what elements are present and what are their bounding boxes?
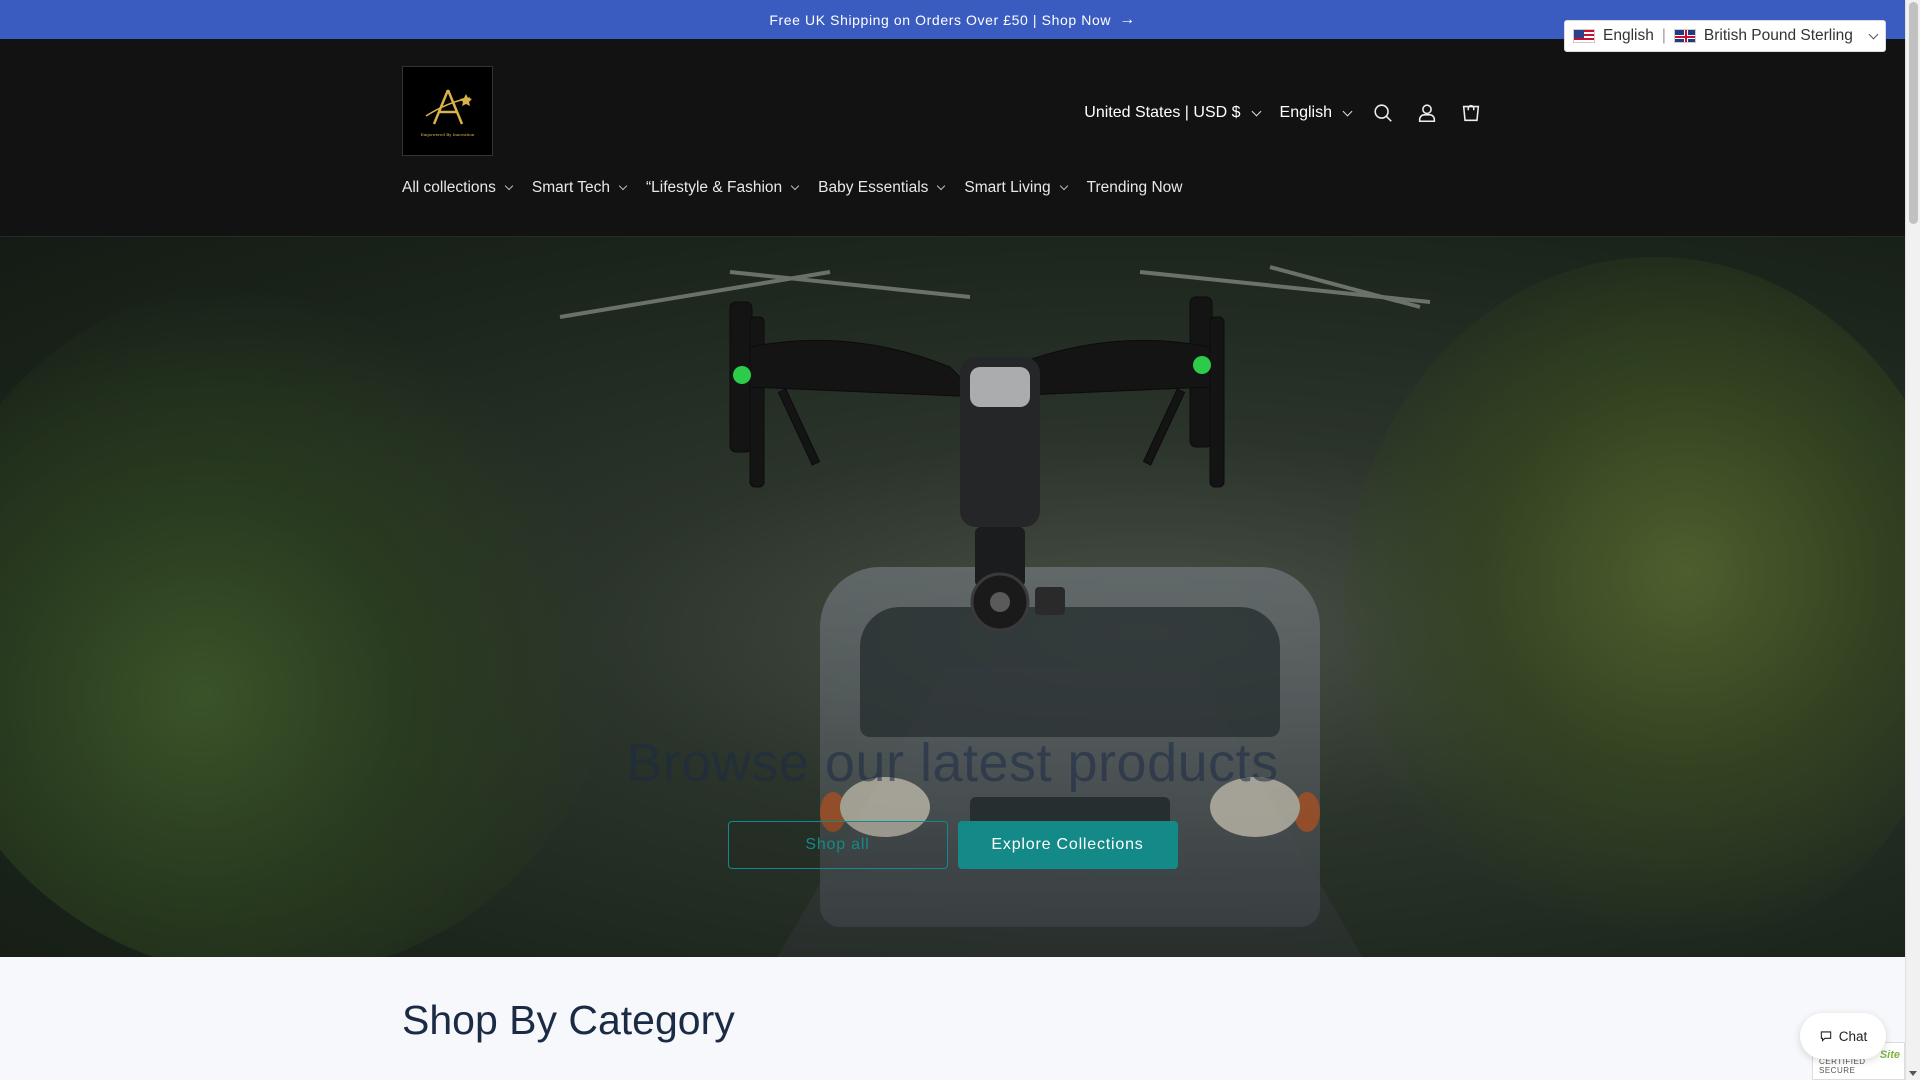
chevron-down-icon xyxy=(1868,29,1879,39)
trust-badge-caption: CERTIFIED SECURE xyxy=(1819,1057,1866,1075)
search-icon xyxy=(1374,104,1392,122)
main-navigation: All collections Smart Tech “Lifestyle & … xyxy=(402,179,1183,197)
scrollbar-thumb[interactable] xyxy=(1909,2,1918,224)
shop-all-button[interactable]: Shop all xyxy=(727,821,948,869)
cart-button[interactable] xyxy=(1449,91,1493,135)
site-header: Empowered By Innovation United States | … xyxy=(0,39,1905,237)
shop-by-category-section: Shop By Category xyxy=(0,957,1905,1080)
header-utilities: United States | USD $ English xyxy=(1074,95,1493,131)
store-logo[interactable]: Empowered By Innovation xyxy=(402,66,493,156)
page: Free UK Shipping on Orders Over £50 | Sh… xyxy=(0,0,1905,1080)
hero-actions: Shop all Explore Collections xyxy=(0,821,1905,869)
widget-language: English xyxy=(1603,27,1654,44)
nav-item-baby-essentials[interactable]: Baby Essentials xyxy=(818,179,946,197)
explore-collections-button[interactable]: Explore Collections xyxy=(957,821,1178,869)
scroll-down-arrow-icon[interactable] xyxy=(1909,1071,1917,1076)
country-currency-label: United States | USD $ xyxy=(1084,104,1241,121)
announcement-text[interactable]: Free UK Shipping on Orders Over £50 | Sh… xyxy=(769,12,1111,28)
nav-item-smart-living[interactable]: Smart Living xyxy=(964,179,1068,197)
chevron-down-icon xyxy=(1059,181,1068,191)
chevron-down-icon xyxy=(937,181,946,191)
hero-drone-image xyxy=(559,265,1431,632)
chevron-down-icon xyxy=(790,181,800,191)
chevron-down-icon xyxy=(1251,106,1261,116)
chat-label: Chat xyxy=(1838,1028,1868,1044)
us-flag-icon xyxy=(1573,29,1595,43)
chat-bubble-icon xyxy=(1820,1031,1831,1042)
nav-item-smart-tech[interactable]: Smart Tech xyxy=(531,179,628,197)
logo-mark-icon xyxy=(425,89,472,124)
nav-item-all-collections[interactable]: All collections xyxy=(402,179,514,197)
nav-item-label: Smart Tech xyxy=(531,179,611,196)
uk-flag-icon xyxy=(1673,29,1696,43)
widget-currency: British Pound Sterling xyxy=(1703,27,1853,44)
nav-item-lifestyle-fashion[interactable]: “Lifestyle & Fashion xyxy=(646,179,800,197)
nav-item-label: Baby Essentials xyxy=(818,179,929,196)
search-button[interactable] xyxy=(1361,91,1405,135)
section-title: Shop By Category xyxy=(402,997,735,1043)
country-currency-selector[interactable]: United States | USD $ xyxy=(1074,104,1269,122)
page-scrollbar[interactable] xyxy=(1905,0,1920,1080)
nav-item-label: Smart Living xyxy=(964,179,1051,196)
nav-item-label: Trending Now xyxy=(1086,179,1183,196)
language-label: English xyxy=(1279,104,1332,121)
hero-title: Browse our latest products xyxy=(626,733,1279,793)
chat-button[interactable]: Chat xyxy=(1800,1013,1886,1059)
account-button[interactable] xyxy=(1405,91,1449,135)
nav-item-trending-now[interactable]: Trending Now xyxy=(1087,179,1183,197)
hero-banner: Browse our latest products Shop all Expl… xyxy=(0,237,1905,957)
language-currency-widget[interactable]: English | British Pound Sterling xyxy=(1564,20,1886,52)
account-icon xyxy=(1418,104,1436,123)
cart-icon xyxy=(1462,104,1480,122)
chevron-down-icon xyxy=(618,181,628,191)
nav-item-label: All collections xyxy=(402,179,496,196)
chevron-down-icon xyxy=(1342,106,1353,116)
nav-item-label: “Lifestyle & Fashion xyxy=(646,179,783,196)
widget-separator: | xyxy=(1661,27,1666,44)
chevron-down-icon xyxy=(504,181,514,191)
language-selector[interactable]: English xyxy=(1270,104,1361,122)
arrow-right-icon: → xyxy=(1119,10,1136,28)
logo-tagline: Empowered By Innovation xyxy=(420,131,475,137)
